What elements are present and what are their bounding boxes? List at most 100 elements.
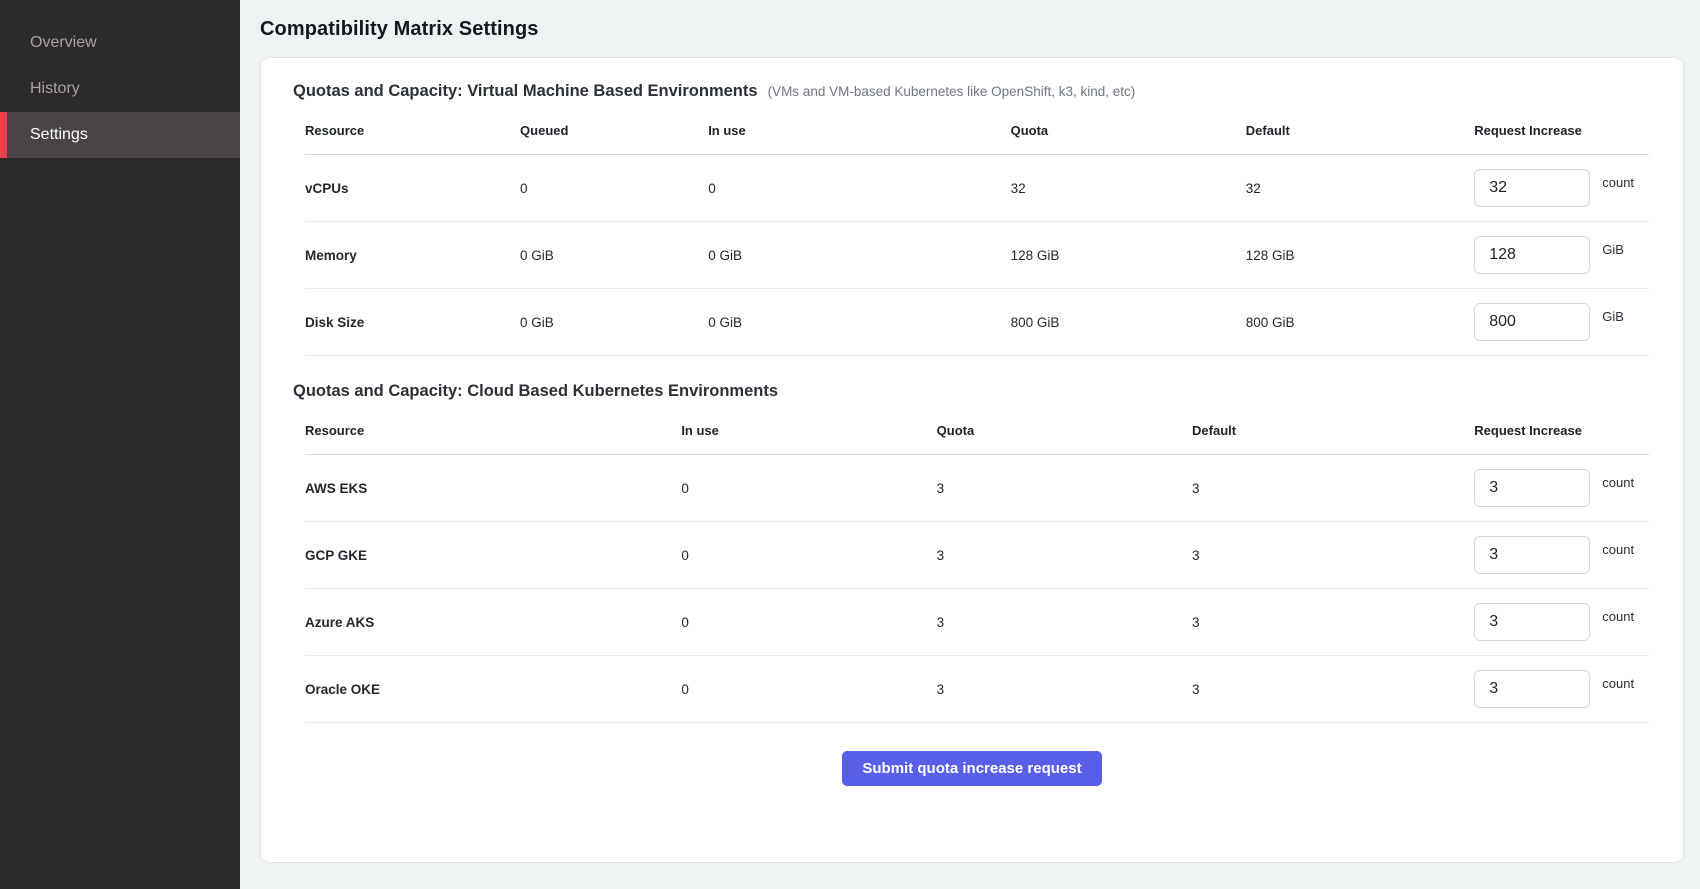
section-vm-environments: Quotas and Capacity: Virtual Machine Bas… (291, 82, 1653, 356)
request-increase-input[interactable] (1474, 169, 1590, 207)
unit-label: count (1602, 175, 1634, 190)
request-increase-input[interactable] (1474, 536, 1590, 574)
table-row: vCPUs003232count (305, 155, 1649, 222)
column-header: In use (681, 405, 936, 455)
cell-resource: GCP GKE (305, 522, 681, 589)
cell-resource: Azure AKS (305, 589, 681, 656)
cell-in_use: 0 GiB (708, 289, 1010, 356)
request-increase-wrap: GiB (1474, 303, 1649, 341)
settings-card: Quotas and Capacity: Virtual Machine Bas… (260, 57, 1684, 863)
cell-request-increase: count (1474, 155, 1649, 222)
submit-row: Submit quota increase request (291, 723, 1653, 800)
request-increase-wrap: count (1474, 469, 1649, 507)
column-header: Quota (1011, 105, 1246, 155)
sidebar-item-label: Settings (30, 126, 88, 144)
cell-quota: 32 (1011, 155, 1246, 222)
main-content: Compatibility Matrix Settings Quotas and… (240, 0, 1700, 889)
table-header-row: ResourceQueuedIn useQuotaDefaultRequest … (305, 105, 1649, 155)
column-header: Quota (937, 405, 1192, 455)
request-increase-wrap: count (1474, 169, 1649, 207)
unit-label: GiB (1602, 242, 1624, 257)
request-increase-wrap: count (1474, 670, 1649, 708)
cell-request-increase: count (1474, 455, 1649, 522)
table-row: AWS EKS033count (305, 455, 1649, 522)
sidebar-item-label: History (30, 80, 80, 98)
cell-default: 128 GiB (1246, 222, 1474, 289)
column-header: Queued (520, 105, 708, 155)
column-header: Resource (305, 405, 681, 455)
cell-quota: 128 GiB (1011, 222, 1246, 289)
column-header: Request Increase (1474, 405, 1649, 455)
cell-resource: Disk Size (305, 289, 520, 356)
table-row: Memory0 GiB0 GiB128 GiB128 GiBGiB (305, 222, 1649, 289)
cell-default: 3 (1192, 589, 1474, 656)
cell-default: 800 GiB (1246, 289, 1474, 356)
table-row: Oracle OKE033count (305, 656, 1649, 723)
table-header-row: ResourceIn useQuotaDefaultRequest Increa… (305, 405, 1649, 455)
column-header: Request Increase (1474, 105, 1649, 155)
cell-in_use: 0 (708, 155, 1010, 222)
cell-request-increase: count (1474, 656, 1649, 723)
request-increase-input[interactable] (1474, 236, 1590, 274)
cell-default: 32 (1246, 155, 1474, 222)
column-header: Resource (305, 105, 520, 155)
cloud-quota-table: ResourceIn useQuotaDefaultRequest Increa… (305, 405, 1649, 723)
request-increase-input[interactable] (1474, 303, 1590, 341)
app-window: Overview History Settings Compatibility Ma… (0, 0, 1700, 889)
cell-queued: 0 (520, 155, 708, 222)
column-header: Default (1246, 105, 1474, 155)
sidebar: Overview History Settings (0, 0, 240, 889)
unit-label: GiB (1602, 309, 1624, 324)
sidebar-item-label: Overview (30, 34, 97, 52)
cell-in_use: 0 (681, 455, 936, 522)
cell-quota: 3 (937, 455, 1192, 522)
cell-queued: 0 GiB (520, 222, 708, 289)
sidebar-item-settings[interactable]: Settings (0, 112, 240, 158)
cell-quota: 3 (937, 589, 1192, 656)
active-indicator-bar (0, 112, 7, 158)
cell-default: 3 (1192, 455, 1474, 522)
cell-default: 3 (1192, 656, 1474, 723)
cell-in_use: 0 (681, 589, 936, 656)
cell-in_use: 0 (681, 656, 936, 723)
unit-label: count (1602, 542, 1634, 557)
unit-label: count (1602, 609, 1634, 624)
cell-in_use: 0 GiB (708, 222, 1010, 289)
cell-request-increase: count (1474, 589, 1649, 656)
section-note: (VMs and VM-based Kubernetes like OpenSh… (768, 84, 1136, 99)
vm-quota-table: ResourceQueuedIn useQuotaDefaultRequest … (305, 105, 1649, 356)
section-heading: Quotas and Capacity: Cloud Based Kuberne… (293, 382, 778, 401)
cell-request-increase: count (1474, 522, 1649, 589)
unit-label: count (1602, 676, 1634, 691)
page-title: Compatibility Matrix Settings (260, 18, 1684, 41)
cell-request-increase: GiB (1474, 222, 1649, 289)
cell-request-increase: GiB (1474, 289, 1649, 356)
request-increase-wrap: count (1474, 603, 1649, 641)
cell-resource: AWS EKS (305, 455, 681, 522)
section-cloud-kubernetes: Quotas and Capacity: Cloud Based Kuberne… (291, 382, 1653, 723)
sidebar-item-history[interactable]: History (0, 66, 240, 112)
cell-queued: 0 GiB (520, 289, 708, 356)
sidebar-nav: Overview History Settings (0, 20, 240, 158)
cell-quota: 3 (937, 656, 1192, 723)
column-header: Default (1192, 405, 1474, 455)
table-row: GCP GKE033count (305, 522, 1649, 589)
section-heading-row: Quotas and Capacity: Cloud Based Kuberne… (291, 382, 1653, 401)
cell-resource: vCPUs (305, 155, 520, 222)
table-row: Disk Size0 GiB0 GiB800 GiB800 GiBGiB (305, 289, 1649, 356)
submit-quota-increase-button[interactable]: Submit quota increase request (842, 751, 1101, 786)
request-increase-input[interactable] (1474, 469, 1590, 507)
request-increase-wrap: GiB (1474, 236, 1649, 274)
request-increase-input[interactable] (1474, 603, 1590, 641)
request-increase-wrap: count (1474, 536, 1649, 574)
section-heading: Quotas and Capacity: Virtual Machine Bas… (293, 82, 758, 101)
cell-resource: Oracle OKE (305, 656, 681, 723)
cell-default: 3 (1192, 522, 1474, 589)
sidebar-item-overview[interactable]: Overview (0, 20, 240, 66)
cell-resource: Memory (305, 222, 520, 289)
section-heading-row: Quotas and Capacity: Virtual Machine Bas… (291, 82, 1653, 101)
cell-quota: 3 (937, 522, 1192, 589)
column-header: In use (708, 105, 1010, 155)
request-increase-input[interactable] (1474, 670, 1590, 708)
table-row: Azure AKS033count (305, 589, 1649, 656)
